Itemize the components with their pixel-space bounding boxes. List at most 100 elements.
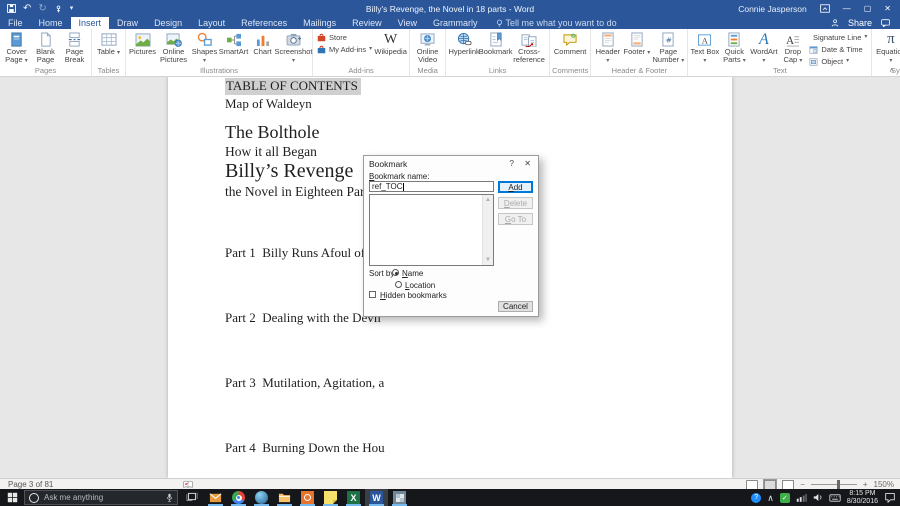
pictures-button[interactable]: Pictures (128, 29, 157, 66)
bookmark-name-input[interactable]: ref_TOC (369, 181, 494, 192)
page-break-button[interactable]: Page Break (60, 29, 89, 66)
tab-review[interactable]: Review (344, 17, 390, 29)
dialog-help-icon[interactable]: ? (510, 159, 514, 168)
tab-home[interactable]: Home (31, 17, 71, 29)
cover-page-button[interactable]: Cover Page ▾ (2, 29, 31, 66)
taskbar-media-app[interactable] (296, 489, 319, 506)
scroll-up-icon[interactable]: ▲ (483, 196, 493, 204)
action-center-icon[interactable] (884, 492, 896, 503)
taskbar-globe-app[interactable] (250, 489, 273, 506)
wordart-button[interactable]: A WordArt ▾ (749, 29, 778, 66)
bookmark-list[interactable]: ▲ ▼ (369, 194, 494, 266)
object-button[interactable]: Object ▾ (809, 57, 867, 66)
my-add-ins-button[interactable]: My Add-ins ▾ (317, 45, 372, 54)
add-button[interactable]: Add (498, 181, 533, 193)
maximize-button[interactable]: ▢ (864, 0, 872, 17)
equation-button[interactable]: π Equation ▾ (874, 29, 900, 66)
tab-view[interactable]: View (390, 17, 425, 29)
bookmark-button[interactable]: Bookmark (480, 29, 511, 66)
taskbar-excel-app[interactable]: X (342, 489, 365, 506)
comments-pane-icon[interactable] (881, 19, 890, 27)
tab-file[interactable]: File (0, 17, 31, 29)
show-hidden-icons-chevron[interactable]: ∧ (767, 493, 774, 503)
zoom-slider-thumb[interactable] (837, 480, 840, 489)
quick-parts-button[interactable]: Quick Parts ▾ (719, 29, 749, 66)
cancel-button[interactable]: Cancel (498, 301, 533, 312)
read-mode-view-icon[interactable] (746, 480, 758, 490)
zoom-out-icon[interactable]: − (800, 480, 805, 489)
taskbar-file-explorer[interactable] (273, 489, 296, 506)
tab-grammarly[interactable]: Grammarly (425, 17, 486, 29)
undo-icon[interactable]: ↶ (23, 4, 31, 14)
hidden-bookmarks-checkbox[interactable] (369, 291, 376, 298)
dialog-title[interactable]: Bookmark (369, 159, 407, 169)
tab-insert[interactable]: Insert (71, 17, 110, 29)
microphone-icon[interactable] (166, 493, 173, 502)
comment-button[interactable]: Comment (552, 29, 588, 66)
footer-button[interactable]: Footer ▾ (622, 29, 651, 66)
web-layout-view-icon[interactable] (782, 480, 794, 490)
start-button[interactable] (0, 492, 24, 503)
online-pictures-button[interactable]: Online Pictures (157, 29, 190, 66)
taskbar-chrome-app[interactable] (227, 489, 250, 506)
save-icon[interactable] (7, 4, 16, 13)
wikipedia-button[interactable]: W Wikipedia (374, 29, 407, 66)
list-scrollbar[interactable]: ▲ ▼ (482, 195, 493, 265)
tab-draw[interactable]: Draw (109, 17, 146, 29)
screenshot-button[interactable]: Screenshot ▾ (277, 29, 310, 66)
taskbar-clock[interactable]: 8:15 PM 8/30/2016 (847, 490, 878, 506)
go-to-button[interactable]: Go To (498, 213, 533, 225)
page-number-button[interactable]: # Page Number ▾ (651, 29, 685, 66)
help-tray-icon[interactable]: ? (751, 493, 761, 503)
smartart-button[interactable]: SmartArt (219, 29, 248, 66)
taskbar-mail-app[interactable] (204, 489, 227, 506)
qat-customize-icon[interactable]: ▾ (70, 4, 74, 14)
blank-page-button[interactable]: Blank Page (31, 29, 60, 66)
tab-design[interactable]: Design (146, 17, 190, 29)
print-layout-view-icon[interactable] (764, 480, 776, 490)
tab-layout[interactable]: Layout (190, 17, 233, 29)
page-indicator[interactable]: Page 3 of 81 (8, 480, 53, 489)
taskbar-sticky-notes[interactable] (319, 489, 342, 506)
signed-in-user[interactable]: Connie Jasperson (738, 4, 807, 14)
network-icon[interactable] (796, 493, 807, 502)
table-button[interactable]: Table ▾ (94, 29, 123, 66)
shapes-button[interactable]: Shapes ▾ (190, 29, 219, 66)
page-number-icon: # (661, 32, 675, 47)
tab-references[interactable]: References (233, 17, 295, 29)
date-time-button[interactable]: Date & Time (809, 45, 867, 54)
scroll-down-icon[interactable]: ▼ (483, 256, 493, 264)
dialog-close-icon[interactable]: ✕ (524, 159, 531, 168)
text-box-button[interactable]: A Text Box ▾ (690, 29, 719, 66)
zoom-level[interactable]: 150% (874, 480, 894, 489)
zoom-slider[interactable] (811, 484, 857, 485)
cortana-search-box[interactable]: Ask me anything (24, 490, 178, 505)
ribbon-display-options-icon[interactable] (820, 4, 830, 13)
signature-line-button[interactable]: Signature Line ▾ (809, 33, 867, 42)
sort-name-radio[interactable] (392, 269, 399, 276)
antivirus-tray-icon[interactable]: ✓ (780, 493, 790, 503)
tab-mailings[interactable]: Mailings (295, 17, 344, 29)
hyperlink-button[interactable]: Hyperlink (448, 29, 480, 66)
zoom-in-icon[interactable]: + (863, 480, 868, 489)
share-button[interactable]: Share (848, 18, 872, 28)
cross-reference-button[interactable]: Cross-reference (511, 29, 547, 66)
online-video-button[interactable]: Online Video (412, 29, 443, 66)
taskbar-app-9[interactable] (388, 489, 411, 506)
minimize-button[interactable]: — (843, 0, 851, 17)
touch-mode-icon[interactable] (54, 4, 63, 14)
tell-me-box[interactable]: Tell me what you want to do (496, 17, 617, 29)
redo-icon[interactable]: ↻ (38, 4, 46, 14)
drop-cap-button[interactable]: A Drop Cap ▾ (778, 29, 807, 66)
task-view-button[interactable] (186, 489, 198, 506)
header-button[interactable]: Header ▾ (593, 29, 622, 66)
touch-keyboard-icon[interactable] (829, 494, 841, 502)
close-button[interactable]: ✕ (884, 0, 891, 17)
taskbar-word-app[interactable]: W (365, 489, 388, 506)
store-button[interactable]: Store (317, 33, 372, 42)
volume-icon[interactable] (813, 493, 823, 502)
sort-location-radio[interactable] (395, 281, 402, 288)
collapse-ribbon-icon[interactable]: ˄ (889, 66, 894, 75)
chart-button[interactable]: Chart (248, 29, 277, 66)
delete-button[interactable]: Delete (498, 197, 533, 209)
